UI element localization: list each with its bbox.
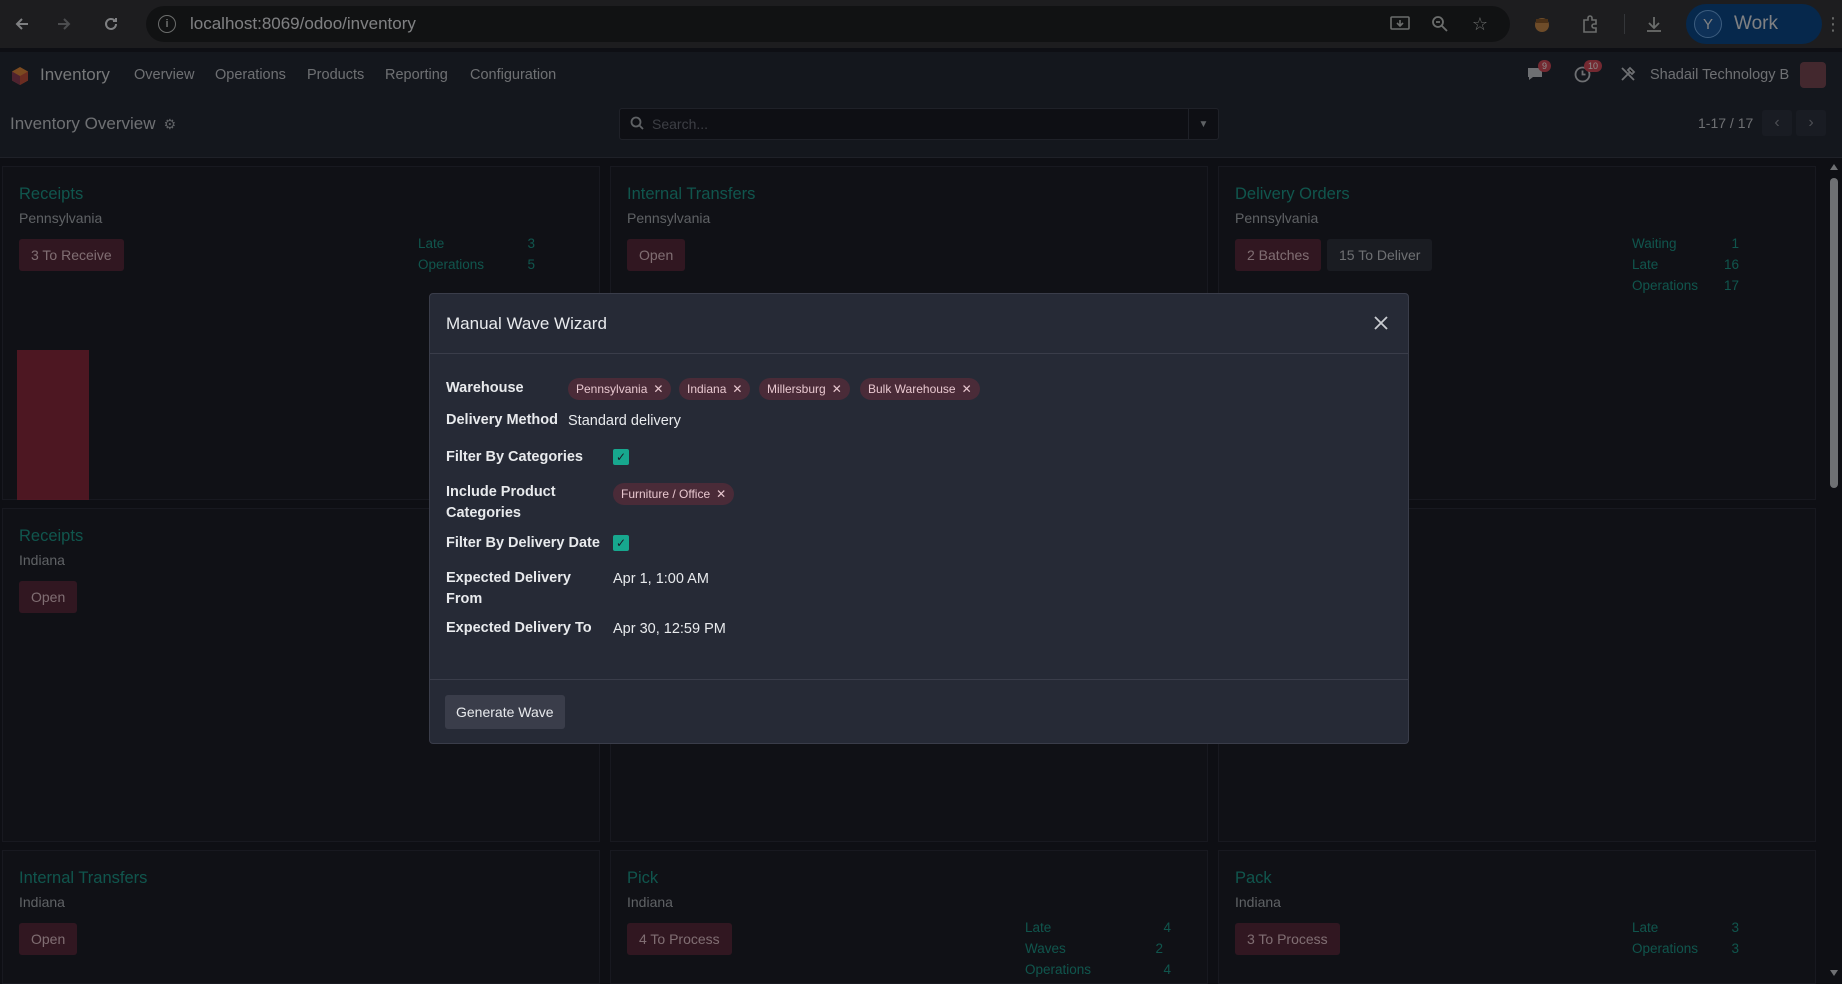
warehouse-tag-indiana: Indiana ✕ bbox=[679, 378, 751, 400]
generate-wave-button[interactable]: Generate Wave bbox=[445, 695, 565, 729]
date-to-label: Expected Delivery To bbox=[446, 620, 592, 636]
remove-tag-icon[interactable]: ✕ bbox=[962, 382, 972, 396]
filter-date-label: Filter By Delivery Date bbox=[446, 535, 600, 551]
warehouse-tag-pennsylvania: Pennsylvania ✕ bbox=[568, 378, 672, 400]
tag-label: Pennsylvania bbox=[576, 382, 648, 396]
category-tag-furniture-office: Furniture / Office ✕ bbox=[613, 483, 735, 505]
delivery-method-label: Delivery Method bbox=[446, 412, 558, 428]
manual-wave-wizard-dialog: Manual Wave Wizard Warehouse Pennsylvani… bbox=[429, 293, 1409, 744]
include-categories-label-line1: Include Product bbox=[446, 484, 556, 500]
remove-tag-icon[interactable]: ✕ bbox=[653, 382, 663, 396]
modal-footer: Generate Wave bbox=[430, 679, 1408, 745]
tag-label: Millersburg bbox=[767, 382, 826, 396]
modal-header: Manual Wave Wizard bbox=[430, 294, 1408, 354]
date-from-label-line1: Expected Delivery bbox=[446, 570, 571, 586]
tag-label: Indiana bbox=[687, 382, 727, 396]
include-categories-label-line2: Categories bbox=[446, 505, 521, 521]
delivery-method-field[interactable]: Standard delivery bbox=[568, 413, 681, 429]
warehouse-tag-bulk: Bulk Warehouse ✕ bbox=[860, 378, 980, 400]
remove-tag-icon[interactable]: ✕ bbox=[832, 382, 842, 396]
close-icon[interactable] bbox=[1368, 310, 1394, 336]
warehouse-label: Warehouse bbox=[446, 380, 524, 396]
tag-label: Bulk Warehouse bbox=[868, 382, 956, 396]
remove-tag-icon[interactable]: ✕ bbox=[732, 382, 742, 396]
filter-categories-label: Filter By Categories bbox=[446, 449, 583, 465]
modal-title: Manual Wave Wizard bbox=[446, 314, 607, 333]
filter-categories-checkbox[interactable]: ✓ bbox=[613, 449, 629, 465]
tag-label: Furniture / Office bbox=[621, 487, 711, 501]
date-from-label-line2: From bbox=[446, 591, 483, 607]
filter-date-checkbox[interactable]: ✓ bbox=[613, 535, 629, 551]
date-from-field[interactable]: Apr 1, 1:00 AM bbox=[613, 571, 709, 587]
date-to-field[interactable]: Apr 30, 12:59 PM bbox=[613, 621, 726, 637]
remove-tag-icon[interactable]: ✕ bbox=[716, 487, 726, 501]
warehouse-tag-millersburg: Millersburg ✕ bbox=[759, 378, 850, 400]
